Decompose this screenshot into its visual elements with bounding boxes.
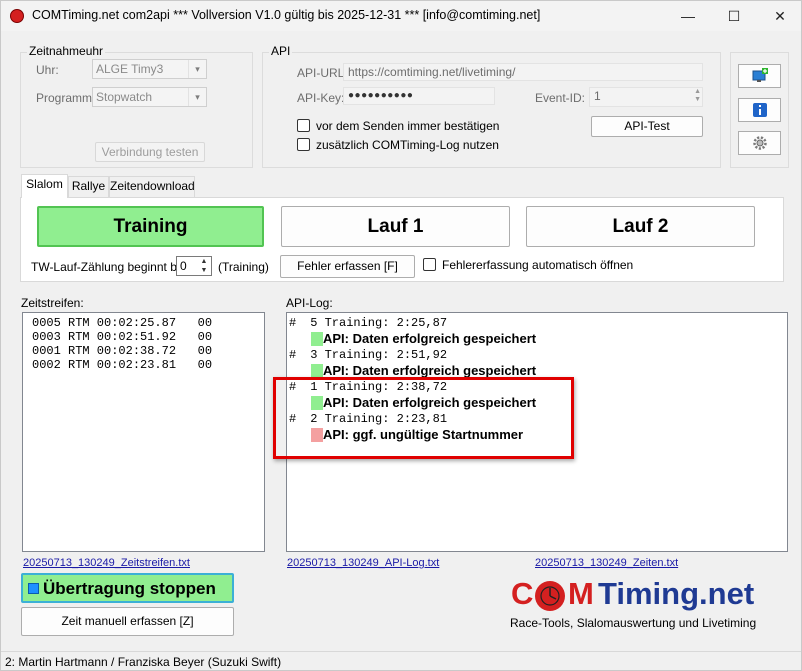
api-log-entry: # 5 Training: 2:25,87 API: Daten erfolgr…: [287, 316, 777, 348]
stepper-up-icon[interactable]: ▲: [197, 257, 211, 266]
settings-button[interactable]: [738, 131, 781, 155]
zeitstreifen-list[interactable]: 0005 RTM 00:02:25.87 00 0003 RTM 00:02:5…: [22, 312, 265, 552]
api-url-field[interactable]: https://comtiming.net/livetiming/: [343, 63, 703, 81]
tw-lauf-label: TW-Lauf-Zählung beginnt bei:: [31, 260, 190, 274]
confirm-checkbox[interactable]: [297, 119, 310, 132]
event-id-label: Event-ID:: [535, 91, 586, 105]
uebertragung-stoppen-button[interactable]: Übertragung stoppen: [21, 573, 234, 603]
stop-indicator-icon: [28, 583, 39, 594]
info-icon: [753, 103, 767, 117]
fehler-auto-checkbox[interactable]: [423, 258, 436, 271]
stop-button-label: Übertragung stoppen: [43, 579, 216, 598]
api-log-label: API-Log:: [286, 296, 333, 310]
settings-gear-icon: [753, 136, 767, 150]
api-url-label: API-URL:: [297, 66, 348, 80]
lauf-2-button[interactable]: Lauf 2: [526, 206, 755, 247]
monitor-add-icon: [752, 68, 768, 82]
tab-rallye[interactable]: Rallye: [68, 176, 109, 197]
logo-letter-m: M: [568, 576, 594, 611]
logo-wordmark: Timing.net: [598, 576, 755, 611]
zeitstreifen-file-link[interactable]: 20250713_130249_Zeitstreifen.txt: [23, 557, 190, 569]
api-test-button[interactable]: API-Test: [591, 116, 703, 137]
comtiming-log-checkbox[interactable]: [297, 138, 310, 151]
log-status: API: Daten erfolgreich gespeichert: [323, 363, 537, 378]
window-title: COMTiming.net com2api *** Vollversion V1…: [32, 8, 541, 22]
highlight-annotation: [273, 377, 574, 459]
programm-select-value: Stopwatch: [96, 90, 153, 104]
info-button[interactable]: [738, 98, 781, 122]
event-id-value: 1: [594, 89, 601, 103]
api-group-title: API: [269, 44, 293, 58]
api-key-field[interactable]: ●●●●●●●●●●: [343, 87, 495, 105]
status-ok-marker: [311, 332, 323, 346]
training-button[interactable]: Training: [37, 206, 264, 247]
zeitstreifen-row: 0003 RTM 00:02:51.92 00: [32, 330, 213, 344]
comtiming-logo: C M Timing.net: [511, 576, 783, 616]
zeiten-file-link[interactable]: 20250713_130249_Zeiten.txt: [535, 557, 678, 569]
close-button[interactable]: ✕: [757, 1, 801, 31]
log-hash: #: [289, 316, 297, 330]
stepper-arrows-icon: ▲ ▼: [694, 88, 701, 103]
programm-label: Programm:: [36, 91, 96, 105]
chevron-down-icon: ▾: [188, 88, 206, 106]
zeitnahmeuhr-group-title: Zeitnahmeuhr: [27, 44, 106, 58]
confirm-label: vor dem Senden immer bestätigen: [316, 119, 500, 133]
zeitstreifen-row: 0005 RTM 00:02:25.87 00: [32, 316, 213, 330]
zeitstreifen-row: 0002 RTM 00:02:23.81 00: [32, 358, 213, 372]
uhr-select-value: ALGE Timy3: [96, 62, 164, 76]
log-line: 5 Training: 2:25,87: [303, 316, 448, 330]
status-bar: 2: Martin Hartmann / Franziska Beyer (Su…: [1, 651, 801, 670]
tw-lauf-value: 0: [180, 259, 187, 273]
comtiming-log-label: zusätzlich COMTiming-Log nutzen: [316, 138, 499, 152]
log-hash: #: [289, 348, 297, 362]
app-icon: [10, 9, 24, 23]
uhr-select[interactable]: ALGE Timy3 ▾: [92, 59, 207, 79]
uhr-label: Uhr:: [36, 63, 59, 77]
status-text: 2: Martin Hartmann / Franziska Beyer (Su…: [5, 655, 282, 669]
lauf-1-button[interactable]: Lauf 1: [281, 206, 510, 247]
log-line: 3 Training: 2:51,92: [303, 348, 448, 362]
maximize-button[interactable]: ☐: [711, 1, 757, 31]
api-key-label: API-Key:: [297, 91, 345, 105]
chevron-down-icon: ▾: [188, 60, 206, 78]
stepper-down-icon[interactable]: ▼: [197, 266, 211, 275]
tw-lauf-suffix: (Training): [218, 260, 269, 274]
zeitstreifen-row: 0001 RTM 00:02:38.72 00: [32, 344, 213, 358]
minimize-button[interactable]: —: [665, 1, 711, 31]
tw-lauf-stepper[interactable]: 0 ▲ ▼: [176, 256, 212, 276]
fehler-auto-label: Fehlererfassung automatisch öffnen: [442, 258, 634, 272]
api-log-entry: # 3 Training: 2:51,92 API: Daten erfolgr…: [287, 348, 777, 380]
status-ok-marker: [311, 364, 323, 378]
app-window: COMTiming.net com2api *** Vollversion V1…: [0, 0, 802, 671]
logo-tagline: Race-Tools, Slalomauswertung und Livetim…: [510, 616, 757, 630]
fehler-erfassen-button[interactable]: Fehler erfassen [F]: [280, 255, 415, 278]
monitor-add-button[interactable]: [738, 64, 781, 88]
event-id-stepper[interactable]: 1 ▲ ▼: [589, 87, 703, 107]
programm-select[interactable]: Stopwatch ▾: [92, 87, 207, 107]
verbindung-testen-button[interactable]: Verbindung testen: [95, 142, 205, 162]
tab-slalom[interactable]: Slalom: [21, 174, 68, 198]
stopwatch-logo-icon: [535, 581, 565, 611]
log-status: API: Daten erfolgreich gespeichert: [323, 331, 537, 346]
api-log-file-link[interactable]: 20250713_130249_API-Log.txt: [287, 557, 439, 569]
tab-zeitendownload[interactable]: Zeitendownload: [109, 176, 195, 197]
logo-letter-c: C: [511, 576, 534, 611]
zeitstreifen-label: Zeitstreifen:: [21, 296, 84, 310]
title-bar: COMTiming.net com2api *** Vollversion V1…: [1, 1, 801, 31]
zeit-manuell-button[interactable]: Zeit manuell erfassen [Z]: [21, 607, 234, 636]
